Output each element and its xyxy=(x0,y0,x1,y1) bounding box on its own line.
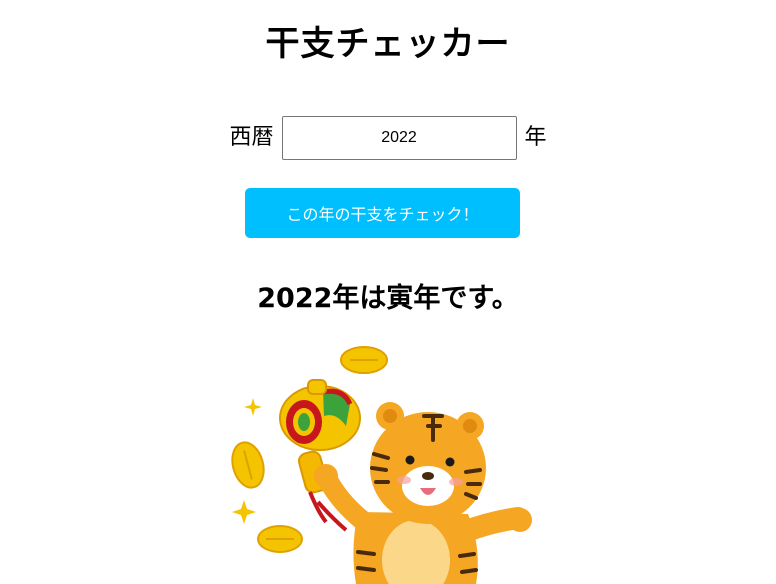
year-input[interactable] xyxy=(281,116,517,160)
gold-coin-icon xyxy=(231,441,265,489)
page: 干支チェッカー 西暦 年 この年の干支をチェック！ 2022年は寅年です。 xyxy=(0,0,776,584)
sparkle-icon xyxy=(232,500,256,524)
sparkle-icon xyxy=(244,398,262,416)
gold-coin-icon xyxy=(257,525,303,553)
year-suffix-label: 年 xyxy=(524,125,547,150)
result-text: 2022年は寅年です。 xyxy=(257,283,519,314)
tiger-illustration xyxy=(231,346,532,584)
check-zodiac-button[interactable]: この年の干支をチェック！ xyxy=(245,188,520,238)
year-input-row: 西暦 年 xyxy=(0,116,776,160)
page-title: 干支チェッカー xyxy=(265,24,511,64)
gold-coin-icon xyxy=(340,346,388,374)
year-prefix-label: 西暦 xyxy=(229,125,274,150)
